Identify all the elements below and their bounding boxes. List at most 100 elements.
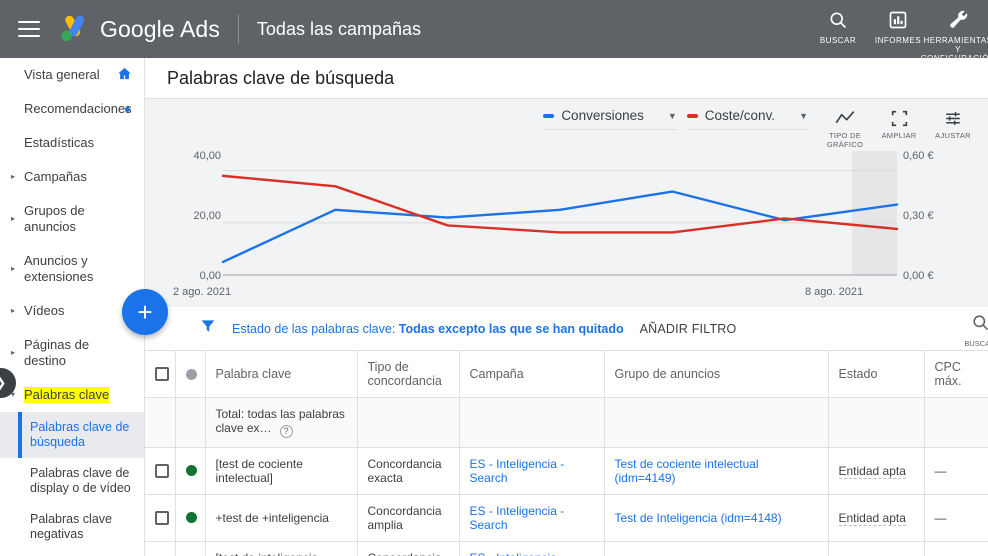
column-header-campana[interactable]: Campaña xyxy=(459,351,605,398)
sidebar-item-label: Recomendaciones xyxy=(24,101,132,116)
metric-selector-conversiones[interactable]: Conversiones ▼ xyxy=(543,104,677,130)
sidebar-item-campanas[interactable]: ▸ Campañas xyxy=(0,160,144,194)
sidebar-item-estadisticas[interactable]: Estadísticas xyxy=(0,126,144,160)
total-label-cell: Total: todas las palabras clave ex…? xyxy=(205,397,358,448)
table-body: Total: todas las palabras clave ex…? [te… xyxy=(145,397,988,556)
adjust-chart-label: AJUSTAR xyxy=(935,131,971,140)
page-header: Palabras clave de búsqueda xyxy=(145,58,988,99)
sidebar-subitem-label: Palabras clave de display o de vídeo xyxy=(30,466,131,495)
search-icon xyxy=(971,313,988,337)
page-title: Palabras clave de búsqueda xyxy=(167,67,395,88)
row-select-cell xyxy=(145,494,176,542)
top-actions: BUSCAR INFORMES HERRAMIENTAS Y CONFIGURA… xyxy=(808,0,988,63)
line-chart-icon xyxy=(835,108,855,128)
chart-toolbar: Conversiones ▼ Coste/conv. ▼ TIPO DE GRÁ… xyxy=(145,104,988,149)
sidebar-item-label: Campañas xyxy=(24,169,87,184)
table-row[interactable]: [test de cociente intelectual] Concordan… xyxy=(145,447,988,495)
sidebar-item-palabras-clave[interactable]: ▾ Palabras clave xyxy=(0,378,144,412)
brand-label: Google Ads xyxy=(100,15,220,42)
cell-keyword: [test de inteligencia gratis] xyxy=(205,541,358,556)
column-header-cpc-max[interactable]: CPC máx. xyxy=(924,351,988,398)
filter-chip[interactable]: Estado de las palabras clave: Todas exce… xyxy=(232,322,624,336)
column-header-grupo-de-anuncios[interactable]: Grupo de anuncios xyxy=(604,351,829,398)
chevron-down-icon: ▼ xyxy=(799,110,808,121)
cell-max-cpc[interactable]: — xyxy=(924,494,988,542)
filter-chip-value: Todas excepto las que se han quitado xyxy=(398,321,624,336)
notification-dot-icon xyxy=(125,106,130,112)
cell-match-type: Concordancia exacta xyxy=(357,447,460,495)
select-all-checkbox[interactable] xyxy=(155,367,169,381)
main-content: Palabras clave de búsqueda Conversiones … xyxy=(122,58,988,556)
chevron-right-icon: ▸ xyxy=(11,306,16,315)
filter-icon[interactable] xyxy=(200,318,216,339)
sidebar-item-palabras-clave-display-video[interactable]: Palabras clave de display o de vídeo xyxy=(0,458,144,504)
chart-type-button[interactable]: TIPO DE GRÁFICO xyxy=(818,104,872,149)
filter-chip-prefix: Estado de las palabras clave: xyxy=(232,321,399,336)
adjust-chart-button[interactable]: AJUSTAR xyxy=(926,104,980,140)
sidebar-item-grupos-de-anuncios[interactable]: ▸ Grupos de anuncios xyxy=(0,194,144,244)
row-checkbox[interactable] xyxy=(155,463,169,478)
cell-state: Entidad apta xyxy=(828,494,925,542)
cell-max-cpc[interactable]: — xyxy=(924,541,988,556)
google-ads-logo-icon xyxy=(56,14,90,44)
performance-chart-card: Conversiones ▼ Coste/conv. ▼ TIPO DE GRÁ… xyxy=(145,99,988,307)
wrench-icon xyxy=(947,8,969,32)
top-app-bar: Google Ads Todas las campañas BUSCAR INF… xyxy=(0,0,988,63)
row-select-cell xyxy=(145,447,176,495)
sidebar-item-label: Estadísticas xyxy=(24,135,95,150)
hamburger-icon[interactable] xyxy=(18,21,40,37)
campaign-link[interactable]: ES - Inteligencia - Search xyxy=(470,504,565,532)
top-action-herramientas[interactable]: HERRAMIENTAS Y CONFIGURACIÓN xyxy=(921,8,988,63)
help-icon[interactable]: ? xyxy=(279,424,293,438)
expand-chart-button[interactable]: AMPLIAR xyxy=(872,104,926,140)
cell-campaign: ES - Inteligencia - Search xyxy=(459,447,605,495)
top-action-label: INFORMES xyxy=(874,36,922,45)
column-header-palabra-clave[interactable]: Palabra clave xyxy=(205,351,358,398)
sidebar-item-recomendaciones[interactable]: Recomendaciones xyxy=(0,92,144,126)
metric-selector-coste-conv[interactable]: Coste/conv. ▼ xyxy=(686,104,808,130)
chart-plot-area: 40,00 20,00 0,00 0,60 € 0,30 € 0,00 € 2 … xyxy=(145,145,988,298)
chevron-right-icon: ▸ xyxy=(11,214,16,223)
total-spacer xyxy=(924,397,988,448)
table-row[interactable]: [test de inteligencia gratis] Concordanc… xyxy=(145,541,988,556)
cell-state: Entidad apta xyxy=(828,541,925,556)
reports-icon xyxy=(888,8,908,32)
select-all-header xyxy=(145,351,176,398)
cell-keyword: +test de +inteligencia xyxy=(205,494,358,542)
sidebar-item-palabras-clave-negativas[interactable]: Palabras clave negativas xyxy=(0,504,144,550)
ad-group-link[interactable]: Test de Inteligencia (idm=4148) xyxy=(615,511,782,525)
metric-label: Coste/conv. xyxy=(704,108,776,123)
status-header xyxy=(175,351,206,398)
campaign-link[interactable]: ES - Inteligencia - Search xyxy=(470,457,565,485)
column-header-tipo-de-concordancia[interactable]: Tipo de concordancia xyxy=(357,351,460,398)
total-spacer xyxy=(828,397,925,448)
cell-max-cpc[interactable]: — xyxy=(924,447,988,495)
row-select-cell xyxy=(145,541,176,556)
chevron-down-icon: ▼ xyxy=(667,110,677,121)
table-row[interactable]: +test de +inteligencia Concordancia ampl… xyxy=(145,494,988,542)
top-action-buscar[interactable]: BUSCAR xyxy=(808,8,868,45)
chevron-right-icon: ▸ xyxy=(11,348,16,357)
sidebar-subitem-label: Palabras clave de búsqueda xyxy=(30,420,130,449)
sidebar-item-palabras-clave-de-busqueda[interactable]: Palabras clave de búsqueda xyxy=(0,412,144,458)
sliders-icon xyxy=(944,108,962,128)
add-keyword-fab[interactable]: + xyxy=(122,289,168,335)
state-value[interactable]: Entidad apta xyxy=(838,463,906,479)
add-filter-button[interactable]: AÑADIR FILTRO xyxy=(640,322,737,336)
state-value[interactable]: Entidad apta xyxy=(838,510,906,526)
row-checkbox[interactable] xyxy=(155,510,169,525)
row-status-cell xyxy=(175,447,206,495)
ad-group-link[interactable]: Test de cociente intelectual (idm=4149) xyxy=(615,457,759,485)
top-action-informes[interactable]: INFORMES xyxy=(868,8,928,45)
status-circle-icon xyxy=(185,368,197,380)
sidebar-item-vista-general[interactable]: Vista general xyxy=(0,58,144,92)
cell-state: Entidad apta xyxy=(828,447,925,495)
home-icon xyxy=(117,66,132,84)
total-spacer xyxy=(459,397,605,448)
campaign-link[interactable]: ES - Inteligencia - Search xyxy=(470,551,565,556)
sidebar-item-paginas-de-destino[interactable]: ▸ Páginas de destino xyxy=(0,328,144,378)
column-header-estado[interactable]: Estado xyxy=(828,351,925,398)
total-spacer xyxy=(145,397,176,448)
sidebar-item-anuncios-y-extensiones[interactable]: ▸ Anuncios y extensiones xyxy=(0,244,144,294)
table-search-button[interactable]: BUSCAR xyxy=(958,313,988,348)
